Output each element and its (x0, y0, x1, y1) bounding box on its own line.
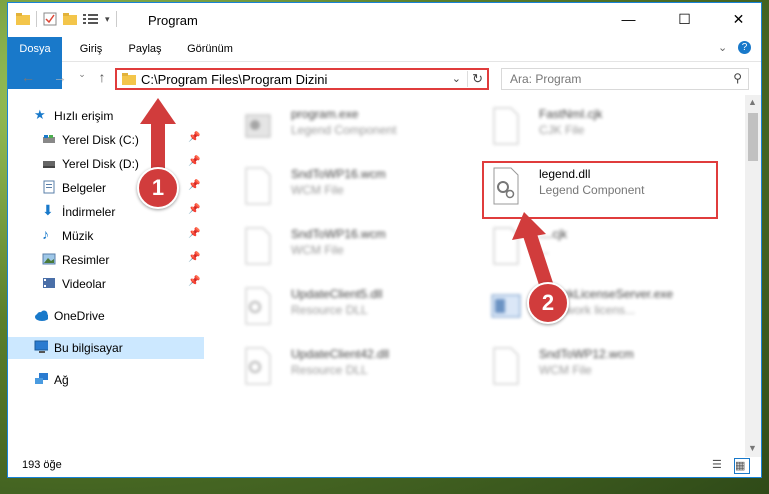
pin-icon[interactable]: 📌 (188, 204, 200, 215)
toolbar-divider (36, 11, 37, 27)
view-options-icon[interactable] (83, 13, 99, 25)
item-count: 193 öğe (22, 459, 62, 471)
quick-access-toolbar: ▾ (16, 11, 117, 27)
file-item[interactable]: SndToWP16.wcm WCM File (233, 161, 463, 213)
up-arrow-icon[interactable]: ↑ (92, 69, 112, 85)
generic-file-icon (493, 227, 519, 265)
maximize-button[interactable]: ☐ (662, 3, 707, 35)
tab-home[interactable]: Giriş (66, 37, 116, 61)
generic-file-icon (493, 107, 519, 145)
pin-icon[interactable]: 📌 (188, 228, 200, 239)
tab-view[interactable]: Görünüm (178, 37, 242, 61)
sidebar-item-onedrive[interactable]: OneDrive (8, 305, 204, 327)
scroll-up-icon[interactable]: ▲ (748, 97, 757, 107)
pictures-icon (42, 253, 56, 265)
recent-locations-chevron-icon[interactable]: ⌄ (72, 69, 92, 80)
step-badge-1: 1 (137, 167, 179, 209)
file-item[interactable]: UpdateClient5.dll Resource DLL (233, 281, 463, 333)
file-explorer-window: ▾ Program — ☐ ✕ Dosya Giriş Paylaş Görün… (7, 2, 762, 478)
scrollbar-thumb[interactable] (748, 113, 758, 161)
refresh-icon[interactable]: ↻ (467, 71, 483, 87)
file-item[interactable]: ...workLicenseServer.exe ...network lice… (481, 281, 711, 333)
search-placeholder: Ara: Program (510, 72, 582, 86)
large-icons-view-icon[interactable]: ▦ (734, 458, 750, 474)
sidebar-item-disk-c[interactable]: Yerel Disk (C:) 📌 (8, 129, 204, 151)
title-bar: ▾ Program — ☐ ✕ (8, 3, 761, 35)
network-icon (35, 373, 48, 384)
selected-file-highlight (482, 161, 718, 219)
folder-icon (122, 73, 136, 85)
address-path: C:\Program Files\Program Dizini (141, 72, 328, 87)
file-item[interactable]: program.exe Legend Component (233, 101, 463, 153)
ribbon-tabs: Dosya Giriş Paylaş Görünüm ⌄ ? (8, 37, 761, 89)
pin-icon[interactable]: 📌 (188, 180, 200, 191)
exe-file-icon (245, 114, 271, 138)
sidebar-item-network[interactable]: Ağ (8, 369, 204, 391)
status-bar: 193 öğe ☰ ▦ (8, 455, 761, 477)
sidebar-item-quick-access[interactable]: ★ Hızlı erişim (8, 105, 204, 127)
sidebar-item-videos[interactable]: Videolar 📌 (8, 273, 204, 295)
dll-file-icon (245, 287, 271, 325)
sidebar-item-this-pc[interactable]: Bu bilgisayar (8, 337, 204, 359)
computer-icon (34, 340, 48, 353)
search-box[interactable]: Ara: Program ⚲ (501, 68, 749, 90)
toolbar-divider (115, 11, 117, 27)
navigation-pane: ★ Hızlı erişim Yerel Disk (C:) 📌 Yerel D… (8, 95, 204, 455)
customize-toolbar-dropdown-icon[interactable]: ▾ (105, 14, 110, 25)
videos-icon (43, 278, 55, 288)
dll-file-icon (245, 347, 271, 385)
sidebar-item-downloads[interactable]: ⬇ İndirmeler 📌 (8, 201, 204, 223)
music-icon: ♪ (42, 226, 49, 242)
details-view-icon[interactable]: ☰ (712, 458, 726, 472)
file-list: program.exe Legend Component FastNmI.cjk… (213, 95, 738, 455)
folder-icon (16, 13, 30, 25)
generic-file-icon (493, 347, 519, 385)
pin-icon[interactable]: 📌 (188, 132, 200, 143)
file-item[interactable]: FastNmI.cjk CJK File (481, 101, 711, 153)
close-button[interactable]: ✕ (716, 3, 761, 35)
cloud-icon (35, 310, 48, 321)
documents-icon (43, 180, 55, 194)
back-arrow-icon[interactable]: ← (18, 69, 38, 85)
file-item[interactable]: ....cjk ... (481, 221, 711, 273)
star-icon: ★ (34, 107, 46, 122)
generic-file-icon (245, 167, 271, 205)
window-title: Program (148, 13, 198, 28)
vertical-scrollbar[interactable]: ▲ ▼ (745, 95, 761, 457)
pin-icon[interactable]: 📌 (188, 276, 200, 287)
navigation-bar: ← → ⌄ ↑ C:\Program Files\Program Dizini … (8, 63, 761, 93)
properties-icon[interactable] (43, 12, 57, 26)
new-folder-icon[interactable] (63, 13, 77, 25)
pin-icon[interactable]: 📌 (188, 252, 200, 263)
exe-file-icon (491, 294, 521, 318)
download-icon: ⬇ (42, 202, 54, 218)
close-icon: ✕ (732, 10, 745, 27)
pin-icon[interactable]: 📌 (188, 156, 200, 167)
tab-share[interactable]: Paylaş (120, 37, 170, 61)
file-item[interactable]: UpdateClient42.dll Resource DLL (233, 341, 463, 393)
forward-arrow-icon[interactable]: → (50, 69, 70, 85)
expand-ribbon-icon[interactable]: ⌄ (718, 41, 727, 54)
sidebar-item-pictures[interactable]: Resimler 📌 (8, 249, 204, 271)
drive-icon (43, 135, 55, 143)
sidebar-item-music[interactable]: ♪ Müzik 📌 (8, 225, 204, 247)
help-icon[interactable]: ? (738, 41, 751, 54)
sidebar-item-disk-d[interactable]: Yerel Disk (D:) 📌 (8, 153, 204, 175)
file-item[interactable]: SndToWP12.wcm WCM File (481, 341, 711, 393)
search-icon: ⚲ (733, 71, 742, 85)
scroll-down-icon[interactable]: ▼ (748, 443, 757, 453)
step-badge-2: 2 (527, 282, 569, 324)
generic-file-icon (245, 227, 271, 265)
minimize-icon: — (621, 11, 636, 27)
address-dropdown-icon[interactable]: ⌄ (452, 72, 461, 85)
address-bar[interactable]: C:\Program Files\Program Dizini ⌄ ↻ (115, 68, 489, 90)
drive-icon (43, 161, 55, 168)
minimize-button[interactable]: — (606, 3, 651, 35)
maximize-icon: ☐ (678, 10, 691, 27)
file-item[interactable]: SndToWP16.wcm WCM File (233, 221, 463, 273)
